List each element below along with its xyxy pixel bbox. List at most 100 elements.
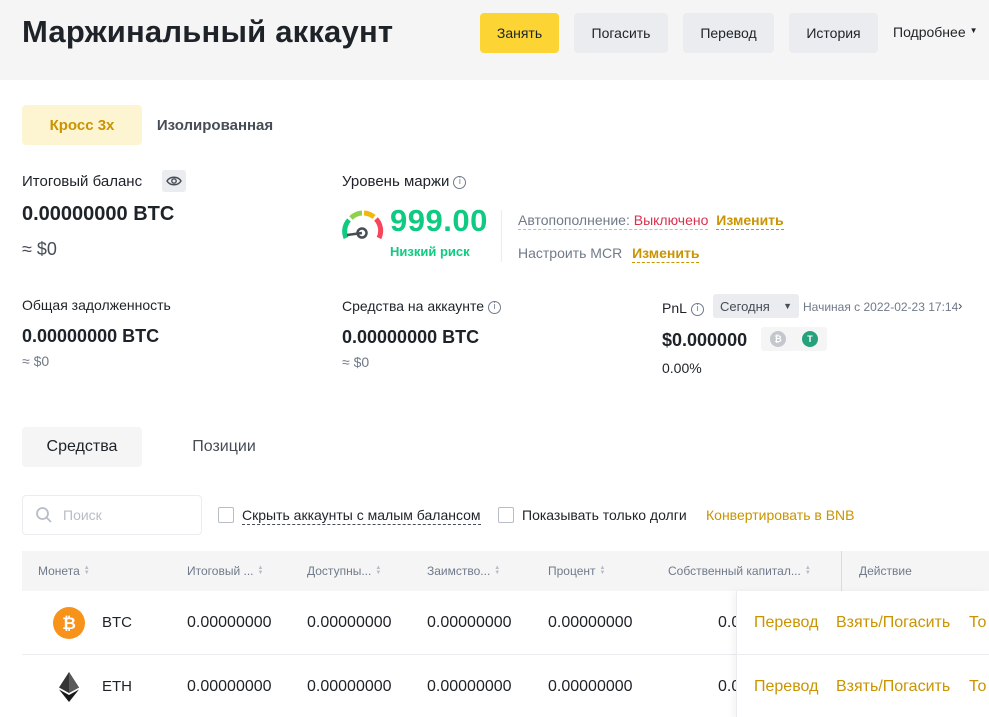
th-total-label: Итоговый ...: [187, 564, 254, 578]
account-funds-label: Средства на аккаунте i: [342, 298, 502, 314]
tab-positions[interactable]: Позиции: [166, 427, 282, 467]
sort-icon: ▲ ▼: [599, 565, 606, 576]
pnl-since: Начиная с 2022-02-23 17:14: [803, 300, 959, 314]
page-header: Маржинальный аккаунт Занять Погасить Пер…: [0, 0, 989, 80]
transfer-link[interactable]: Перевод: [754, 614, 818, 632]
cell-borrowed: 0.00000000: [427, 614, 512, 631]
more-dropdown[interactable]: Подробнее ▼: [893, 24, 978, 40]
svg-text:₿: ₿: [62, 614, 76, 634]
search-box[interactable]: [22, 495, 202, 535]
th-interest[interactable]: Процент ▲ ▼: [548, 564, 605, 578]
convert-bnb-link[interactable]: Конвертировать в BNB: [706, 507, 855, 523]
tab-isolated[interactable]: Изолированная: [144, 105, 286, 145]
coin-name: ETH: [102, 678, 132, 695]
th-equity-label: Собственный капитал...: [668, 564, 801, 578]
page-title: Маржинальный аккаунт: [22, 14, 394, 49]
hide-small-label[interactable]: Скрыть аккаунты с малым балансом: [242, 507, 481, 525]
sort-icon: ▲ ▼: [83, 565, 90, 576]
cell-interest: 0.00000000: [548, 614, 633, 631]
hide-small-checkbox[interactable]: [218, 507, 234, 523]
sort-icon: ▲ ▼: [494, 565, 501, 576]
only-debts-checkbox[interactable]: [498, 507, 514, 523]
chevron-right-icon[interactable]: ›: [958, 298, 962, 313]
total-balance-approx: ≈ $0: [22, 239, 57, 259]
auto-topup-label: Автопополнение:: [518, 212, 630, 228]
th-interest-label: Процент: [548, 564, 596, 578]
th-available[interactable]: Доступны... ▲ ▼: [307, 564, 381, 578]
total-balance-value: 0.00000000 BTC: [22, 203, 175, 225]
gauge-icon: [342, 210, 384, 240]
transfer-link[interactable]: Перевод: [754, 678, 818, 696]
account-funds-approx: ≈ $0: [342, 354, 370, 370]
history-button[interactable]: История: [789, 13, 878, 53]
auto-topup-text: Автопополнение: Выключено: [518, 212, 709, 230]
th-total[interactable]: Итоговый ... ▲ ▼: [187, 564, 263, 578]
pnl-currency-toggle[interactable]: ₿ T: [761, 327, 827, 351]
cell-borrowed: 0.00000000: [427, 678, 512, 695]
total-debt-value: 0.00000000 BTC: [22, 326, 160, 346]
coin-name: BTC: [102, 614, 132, 631]
cell-total: 0.00000000: [187, 614, 272, 631]
pnl-text: PnL: [662, 300, 687, 316]
search-input[interactable]: [63, 507, 183, 523]
divider: [737, 654, 989, 655]
auto-topup-status: Выключено: [633, 212, 709, 228]
borrow-repay-link[interactable]: Взять/Погасить: [836, 614, 950, 632]
sort-icon: ▲ ▼: [375, 565, 382, 576]
transfer-button[interactable]: Перевод: [683, 13, 774, 53]
mcr-change-link[interactable]: Изменить: [632, 245, 700, 263]
tab-cross[interactable]: Кросс 3x: [22, 105, 142, 145]
usdt-icon[interactable]: T: [802, 331, 818, 347]
borrow-repay-link[interactable]: Взять/Погасить: [836, 678, 950, 696]
account-funds-text: Средства на аккаунте: [342, 298, 485, 314]
action-column: Перевод Взять/Погасить То Перевод Взять/…: [736, 591, 989, 717]
sort-icon: ▲ ▼: [257, 565, 264, 576]
btc-icon[interactable]: ₿: [770, 331, 786, 347]
margin-level-label: Уровень маржи i: [342, 173, 467, 190]
eth-icon: [59, 672, 79, 702]
trade-link[interactable]: То: [969, 678, 986, 696]
mcr-line: Настроить MCR Изменить: [518, 245, 700, 263]
total-debt-approx: ≈ $0: [22, 353, 50, 369]
mcr-label: Настроить MCR: [518, 245, 623, 261]
more-label: Подробнее: [893, 24, 966, 40]
th-action: Действие: [859, 564, 912, 578]
th-equity[interactable]: Собственный капитал... ▲ ▼: [668, 564, 811, 578]
pnl-percent: 0.00%: [662, 360, 702, 376]
only-debts-label[interactable]: Показывать только долги: [522, 507, 687, 523]
divider: [501, 210, 502, 262]
total-balance-label: Итоговый баланс: [22, 173, 143, 190]
account-funds-value: 0.00000000 BTC: [342, 327, 480, 347]
cell-available: 0.00000000: [307, 614, 392, 631]
th-coin[interactable]: Монета ▲ ▼: [38, 564, 90, 578]
cell-available: 0.00000000: [307, 678, 392, 695]
margin-level-text: Уровень маржи: [342, 173, 450, 190]
eye-icon[interactable]: [162, 170, 186, 192]
info-icon[interactable]: i: [690, 302, 704, 316]
margin-level-value: 999.00: [390, 203, 488, 238]
risk-label: Низкий риск: [390, 244, 470, 259]
th-borrowed[interactable]: Заимство... ▲ ▼: [427, 564, 500, 578]
divider: [841, 551, 842, 591]
cell-total: 0.00000000: [187, 678, 272, 695]
pnl-value: $0.000000: [662, 330, 748, 350]
auto-topup-line: Автопополнение: Выключено Изменить: [518, 212, 784, 230]
caret-down-icon: ▼: [969, 25, 978, 35]
cell-interest: 0.00000000: [548, 678, 633, 695]
period-select[interactable]: Сегодня ▼: [713, 294, 799, 318]
repay-button[interactable]: Погасить: [574, 13, 668, 53]
tab-funds[interactable]: Средства: [22, 427, 142, 467]
search-icon: [36, 507, 52, 523]
th-available-label: Доступны...: [307, 564, 372, 578]
info-icon[interactable]: i: [488, 300, 502, 314]
caret-down-icon: ▼: [783, 301, 792, 311]
info-icon[interactable]: i: [453, 175, 467, 189]
period-value: Сегодня: [720, 298, 770, 314]
trade-link[interactable]: То: [969, 614, 986, 632]
borrow-button[interactable]: Занять: [480, 13, 559, 53]
auto-topup-change-link[interactable]: Изменить: [716, 212, 784, 230]
th-borrowed-label: Заимство...: [427, 564, 491, 578]
total-debt-label: Общая задолженность: [22, 297, 171, 313]
th-coin-label: Монета: [38, 564, 80, 578]
sort-icon: ▲ ▼: [804, 565, 811, 576]
